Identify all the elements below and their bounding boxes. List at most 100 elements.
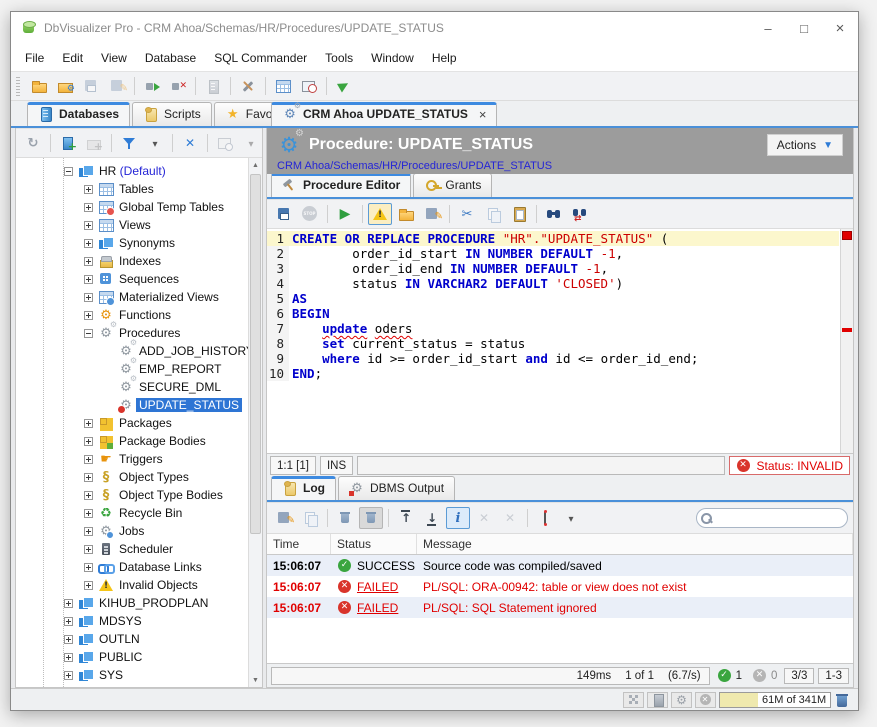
log-row[interactable]: 15:06:07SUCCESSSource code was compiled/… [267, 555, 853, 576]
expand-icon[interactable] [84, 239, 93, 248]
menu-item-help[interactable]: Help [424, 48, 465, 68]
tree-item-database-links[interactable]: Database Links [16, 558, 248, 576]
tree-item-hr[interactable]: HR (Default) [16, 162, 248, 180]
tree-item-object-types[interactable]: Object Types [16, 468, 248, 486]
code-line[interactable]: 6BEGIN [267, 306, 839, 321]
expand-icon[interactable] [84, 185, 93, 194]
menu-item-sql-commander[interactable]: SQL Commander [206, 48, 315, 68]
tree-item-sequences[interactable]: Sequences [16, 270, 248, 288]
tree-item-object-type-bodies[interactable]: Object Type Bodies [16, 486, 248, 504]
actions-button[interactable]: Actions ▼ [767, 134, 843, 156]
dropdown-button[interactable] [143, 132, 167, 154]
expand-icon[interactable] [84, 581, 93, 590]
close-button[interactable]: × [822, 12, 858, 44]
tree-scrollbar[interactable]: ▲ ▼ [248, 158, 262, 687]
tab-scripts[interactable]: Scripts [132, 102, 212, 126]
tree-item-materialized-views[interactable]: Materialized Views [16, 288, 248, 306]
code-line[interactable]: 1CREATE OR REPLACE PROCEDURE "HR"."UPDAT… [267, 231, 839, 246]
save-edit-button[interactable] [420, 203, 444, 225]
scroll-down-button[interactable]: ▼ [249, 673, 262, 687]
save-db-button[interactable] [272, 203, 296, 225]
code-line[interactable]: 3 order_id_end IN NUMBER DEFAULT -1, [267, 261, 839, 276]
expand-icon[interactable] [84, 473, 93, 482]
tree-item-triggers[interactable]: Triggers [16, 450, 248, 468]
tree-item-synonyms[interactable]: Synonyms [16, 234, 248, 252]
expand-icon[interactable] [84, 509, 93, 518]
run-cursor-button[interactable] [332, 75, 356, 97]
expand-icon[interactable] [64, 653, 73, 662]
cut-button[interactable] [455, 203, 479, 225]
tasks-indicator-button[interactable] [671, 692, 692, 708]
code-area[interactable]: 1CREATE OR REPLACE PROCEDURE "HR"."UPDAT… [267, 231, 839, 381]
menu-item-database[interactable]: Database [137, 48, 204, 68]
expand-icon[interactable] [84, 545, 93, 554]
expand-icon[interactable] [64, 671, 73, 680]
trash-button[interactable] [359, 507, 383, 529]
monitor-timer-button[interactable] [297, 75, 321, 97]
dropdown-button[interactable] [559, 507, 583, 529]
log-row[interactable]: 15:06:07FAILEDPL/SQL: SQL Statement igno… [267, 597, 853, 618]
maximize-button[interactable]: □ [786, 12, 822, 44]
tree-item-jobs[interactable]: Jobs [16, 522, 248, 540]
tree-item-kihub-prodplan[interactable]: KIHUB_PRODPLAN [16, 594, 248, 612]
paste-button[interactable] [507, 203, 531, 225]
scroll-top-button[interactable] [394, 507, 418, 529]
menu-item-edit[interactable]: Edit [54, 48, 91, 68]
tree-item-invalid-objects[interactable]: Invalid Objects [16, 576, 248, 594]
tab-grants[interactable]: Grants [413, 173, 492, 197]
filter-button[interactable] [117, 132, 141, 154]
info-button[interactable] [446, 507, 470, 529]
expand-icon[interactable] [84, 437, 93, 446]
search-input[interactable] [696, 508, 848, 528]
code-line[interactable]: 2 order_id_start IN NUMBER DEFAULT -1, [267, 246, 839, 261]
code-line[interactable]: 8 set current_status = status [267, 336, 839, 351]
tree-item-package-bodies[interactable]: Package Bodies [16, 432, 248, 450]
error-marker[interactable] [842, 328, 852, 332]
expand-icon[interactable] [84, 293, 93, 302]
scroll-bottom-button[interactable] [420, 507, 444, 529]
column-header-message[interactable]: Message [417, 534, 853, 554]
memory-indicator[interactable]: 61M of 341M [719, 692, 831, 708]
find-replace-button[interactable] [568, 203, 592, 225]
log-row[interactable]: 15:06:07FAILEDPL/SQL: ORA-00942: table o… [267, 576, 853, 597]
open-folder-gear-button[interactable] [53, 75, 77, 97]
code-line[interactable]: 4 status IN VARCHAR2 DEFAULT 'CLOSED') [267, 276, 839, 291]
tree-item-secure-dml[interactable]: SECURE_DML [16, 378, 248, 396]
minimize-button[interactable]: – [750, 12, 786, 44]
tree-item-public[interactable]: PUBLIC [16, 648, 248, 666]
code-line[interactable]: 10END; [267, 366, 839, 381]
open-folder-button[interactable] [394, 203, 418, 225]
column-header-time[interactable]: Time [267, 534, 331, 554]
collapse-icon[interactable] [64, 167, 73, 176]
expand-icon[interactable] [84, 311, 93, 320]
expand-icon[interactable] [84, 527, 93, 536]
expand-icon[interactable] [84, 221, 93, 230]
execute-button[interactable] [333, 203, 357, 225]
trash-button[interactable] [333, 507, 357, 529]
menu-item-file[interactable]: File [17, 48, 52, 68]
code-line[interactable]: 7 update oders [267, 321, 839, 336]
column-header-status[interactable]: Status [331, 534, 417, 554]
menu-item-tools[interactable]: Tools [317, 48, 361, 68]
warning-button[interactable] [368, 203, 392, 225]
tab-procedure-editor[interactable]: Procedure Editor [271, 173, 411, 197]
tree-item-sys[interactable]: SYS [16, 666, 248, 684]
expand-icon[interactable] [84, 275, 93, 284]
expand-icon[interactable] [84, 563, 93, 572]
find-button[interactable] [542, 203, 566, 225]
connect-button[interactable] [140, 75, 164, 97]
expand-icon[interactable] [64, 617, 73, 626]
tree-item-packages[interactable]: Packages [16, 414, 248, 432]
code-line[interactable]: 5AS [267, 291, 839, 306]
tab-dbms-output[interactable]: DBMS Output [338, 476, 455, 500]
code-line[interactable]: 9 where id >= order_id_start and id <= o… [267, 351, 839, 366]
tools-button[interactable] [236, 75, 260, 97]
scroll-up-button[interactable]: ▲ [249, 158, 262, 172]
expand-icon[interactable] [84, 491, 93, 500]
tree-item-mdsys[interactable]: MDSYS [16, 612, 248, 630]
row-ruler-button[interactable] [533, 507, 557, 529]
toolbar-drag-handle[interactable] [16, 76, 20, 96]
scroll-thumb[interactable] [250, 174, 261, 534]
tab-close-button[interactable]: × [479, 107, 487, 122]
expand-icon[interactable] [84, 257, 93, 266]
